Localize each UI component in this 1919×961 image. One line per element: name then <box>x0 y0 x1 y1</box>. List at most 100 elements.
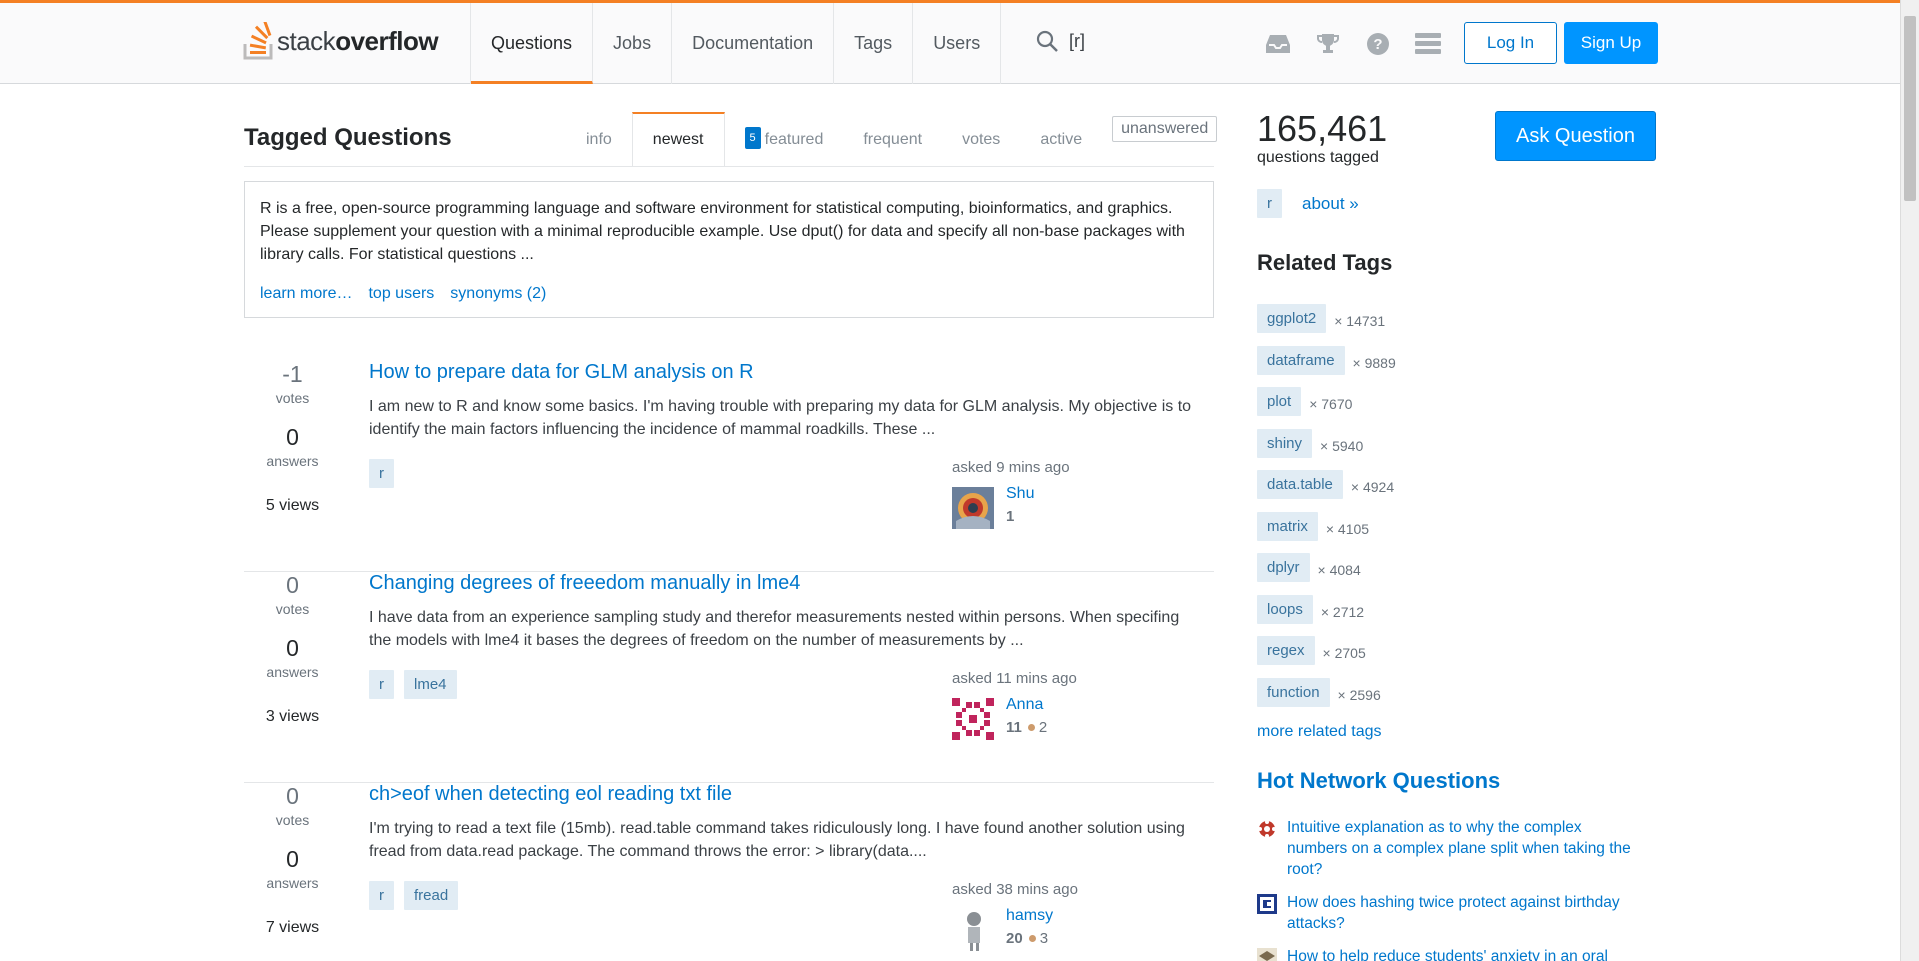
vote-label: votes <box>275 390 310 406</box>
question-title-link[interactable]: Changing degrees of freeedom manually in… <box>369 572 800 595</box>
current-tag[interactable]: r <box>1257 189 1282 218</box>
tab-featured[interactable]: 5 featured <box>725 112 844 167</box>
synonyms-link[interactable]: synonyms (2) <box>450 282 546 305</box>
nav-questions[interactable]: Questions <box>471 3 594 84</box>
question-title-link[interactable]: ch>eof when detecting eol reading txt fi… <box>369 783 732 806</box>
trophy-icon[interactable] <box>1313 29 1343 59</box>
nav-tags[interactable]: Tags <box>834 3 914 84</box>
wiki-links: learn more… top users synonyms (2) <box>260 282 1198 305</box>
related-tag[interactable]: function <box>1257 677 1330 707</box>
question-tags: r fread <box>369 881 459 910</box>
ask-question-button[interactable]: Ask Question <box>1495 111 1656 161</box>
view-count: 7 views <box>265 919 320 936</box>
featured-count-badge: 5 <box>744 127 761 149</box>
top-users-link[interactable]: top users <box>368 282 434 305</box>
scrollbar-thumb[interactable] <box>1904 16 1916 201</box>
tab-newest[interactable]: newest <box>631 112 725 167</box>
nav-jobs[interactable]: Jobs <box>593 3 673 84</box>
related-tag[interactable]: dplyr <box>1257 553 1310 582</box>
more-related-tags-link[interactable]: more related tags <box>1257 723 1382 741</box>
related-tag[interactable]: shiny <box>1257 428 1313 458</box>
search-query[interactable]: [r] <box>1069 31 1085 52</box>
hot-question-item: How to help reduce students' anxiety in … <box>1257 946 1637 961</box>
question-stats: 0 votes 0 answers 7 views <box>244 783 341 937</box>
user-reputation: 11 2 <box>1006 719 1048 736</box>
current-tag-row: r about » <box>1257 189 1359 218</box>
tag-r[interactable]: r <box>369 881 394 910</box>
related-tag[interactable]: data.table <box>1257 470 1343 499</box>
related-tag-row: plot × 7670 <box>1257 387 1396 429</box>
learn-more-link[interactable]: learn more… <box>260 282 352 305</box>
avatar[interactable] <box>952 698 994 740</box>
avatar[interactable] <box>952 909 994 951</box>
related-tag-row: regex × 2705 <box>1257 636 1396 678</box>
tab-unanswered[interactable]: unanswered <box>1112 116 1218 142</box>
site-logo[interactable]: stackoverflow <box>243 19 439 63</box>
related-tag-row: ggplot2 × 14731 <box>1257 304 1396 346</box>
tab-votes[interactable]: votes <box>942 112 1020 167</box>
user-reputation: 1 <box>1006 508 1015 525</box>
asked-time: asked 11 mins ago <box>952 670 1077 687</box>
related-tag[interactable]: matrix <box>1257 511 1318 541</box>
related-tag-count: × 4084 <box>1317 562 1361 578</box>
search-box[interactable]: [r] <box>1035 29 1085 53</box>
related-tag-count: × 2705 <box>1322 645 1366 661</box>
tagged-count: 165,461 <box>1257 108 1388 149</box>
nav-users[interactable]: Users <box>913 3 1002 84</box>
svg-text:?: ? <box>1373 36 1382 53</box>
tag-lme4[interactable]: lme4 <box>404 670 457 699</box>
crypto-site-icon <box>1257 894 1277 914</box>
hot-question-item: How does hashing twice protect against b… <box>1257 892 1637 934</box>
tab-active[interactable]: active <box>1020 112 1102 167</box>
logo-text: stackoverflow <box>277 25 439 56</box>
related-tags-list: ggplot2 × 14731 dataframe × 9889 plot × 767… <box>1257 304 1396 719</box>
user-name-link[interactable]: Anna <box>1006 696 1043 714</box>
main-nav: Questions Jobs Documentation Tags Users <box>470 3 1002 84</box>
sort-tabs: info newest 5 featured frequent votes act… <box>566 112 1218 167</box>
tag-r[interactable]: r <box>369 670 394 699</box>
related-tag[interactable]: loops <box>1257 594 1313 624</box>
related-tag-count: × 5940 <box>1320 437 1364 454</box>
related-tag-row: loops × 2712 <box>1257 594 1396 637</box>
user-name-link[interactable]: Shu <box>1006 485 1034 503</box>
related-tag-count: × 2596 <box>1337 686 1381 703</box>
question-title-link[interactable]: How to prepare data for GLM analysis on … <box>369 361 754 384</box>
question-summary: 0 votes 0 answers 3 views Changing degre… <box>244 572 1214 783</box>
signup-button[interactable]: Sign Up <box>1564 22 1658 64</box>
about-tag-link[interactable]: about » <box>1302 194 1359 214</box>
tag-wiki-excerpt: R is a free, open-source programming lan… <box>244 181 1214 318</box>
tag-fread[interactable]: fread <box>404 881 459 910</box>
related-tag-count: × 9889 <box>1352 354 1396 371</box>
tab-frequent[interactable]: frequent <box>843 112 942 167</box>
related-tag-count: × 14731 <box>1334 313 1386 329</box>
tab-info[interactable]: info <box>566 112 632 167</box>
bronze-badge-icon <box>1027 724 1035 731</box>
question-stats: 0 votes 0 answers 3 views <box>244 572 341 726</box>
related-tag[interactable]: ggplot2 <box>1257 304 1327 333</box>
nav-documentation[interactable]: Documentation <box>672 3 835 84</box>
hot-network-questions-heading[interactable]: Hot Network Questions <box>1257 768 1500 794</box>
user-name-link[interactable]: hamsy <box>1006 907 1053 925</box>
hot-questions-list: Intuitive explanation as to why the comp… <box>1257 817 1637 961</box>
view-count: 5 views <box>265 497 320 514</box>
hot-question-link[interactable]: How does hashing twice protect against b… <box>1287 892 1637 934</box>
hot-question-link[interactable]: Intuitive explanation as to why the comp… <box>1287 817 1637 880</box>
top-icons: ? <box>1263 29 1443 59</box>
page-scrollbar[interactable] <box>1900 0 1919 961</box>
login-button[interactable]: Log In <box>1464 22 1557 64</box>
related-tag-row: matrix × 4105 <box>1257 511 1396 554</box>
menu-icon[interactable] <box>1413 29 1443 59</box>
tabs-divider <box>244 166 1214 167</box>
avatar[interactable] <box>952 487 994 529</box>
related-tag-count: × 7670 <box>1309 396 1353 412</box>
question-tags: r <box>369 459 394 488</box>
inbox-icon[interactable] <box>1263 29 1293 59</box>
answer-count: 0 <box>286 846 299 872</box>
tag-r[interactable]: r <box>369 459 394 488</box>
related-tag[interactable]: regex <box>1257 636 1315 665</box>
help-icon[interactable]: ? <box>1363 29 1393 59</box>
related-tag[interactable]: dataframe <box>1257 345 1345 375</box>
related-tag[interactable]: plot <box>1257 387 1302 416</box>
vote-count: 0 <box>286 572 299 598</box>
hot-question-link[interactable]: How to help reduce students' anxiety in … <box>1287 946 1608 961</box>
